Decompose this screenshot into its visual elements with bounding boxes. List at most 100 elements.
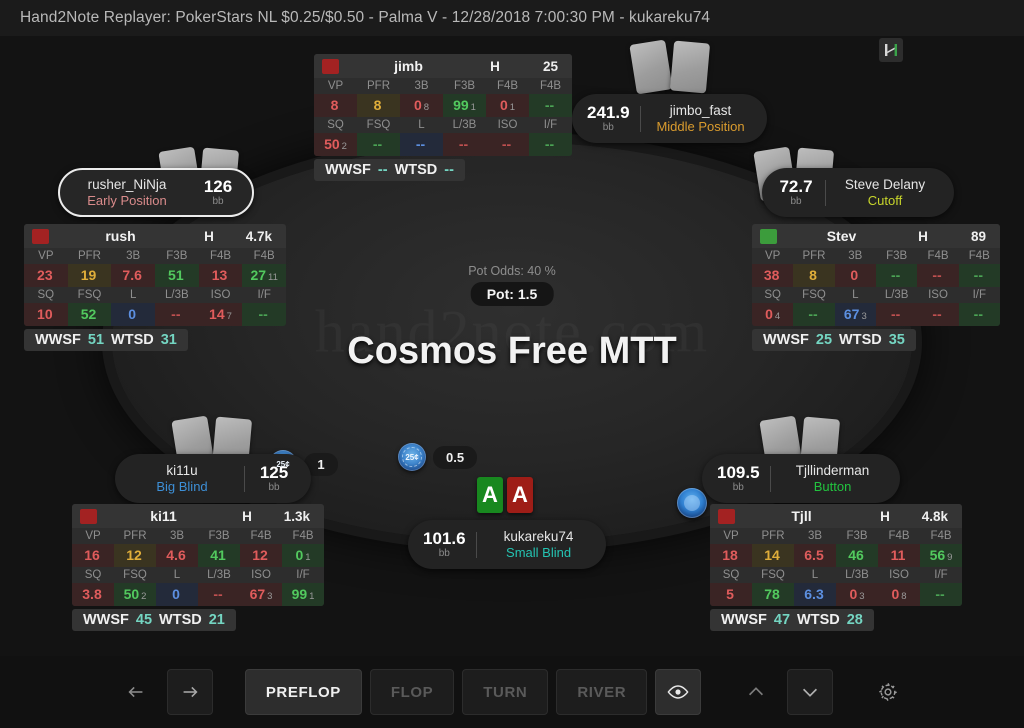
player-name: Tjllinderman: [795, 462, 870, 478]
tab-river[interactable]: RIVER: [556, 669, 648, 715]
hud-values-row-2: 3.8 50 2 0 -- 67 3 99 1: [72, 583, 324, 606]
hud-label: L: [400, 117, 443, 133]
arrow-right-icon: [183, 686, 198, 698]
hud-stat-value: 14: [209, 306, 225, 322]
hud-stat: 41: [198, 544, 240, 567]
hud-hand-count: 4.8k: [921, 508, 948, 524]
hud-label: PFR: [67, 248, 112, 264]
hud-stat-value: --: [501, 136, 512, 152]
arrow-left-icon: [128, 686, 143, 698]
hud-label: FSQ: [793, 287, 835, 303]
hud-stat: 67 3: [240, 583, 282, 606]
stack-unit: bb: [602, 121, 614, 133]
hud-panel-tjll[interactable]: Tjll H 4.8k VP PFR 3B F3B F4B F4B 18 14 …: [710, 504, 962, 631]
hud-stat: 6.5: [794, 544, 836, 567]
wwsf-value: 47: [773, 612, 791, 628]
hud-labels-row-1: VP PFR 3B F3B F4B F4B: [24, 248, 286, 264]
hud-label: I/F: [529, 117, 572, 133]
hud-stat-value: 99: [453, 97, 469, 113]
hud-label: L/3B: [836, 567, 878, 583]
hud-stat-value: 41: [210, 547, 226, 563]
chip-25c-icon: 25¢: [398, 443, 426, 471]
tab-flop[interactable]: FLOP: [369, 669, 455, 715]
hud-stat: 99 1: [282, 583, 324, 606]
hud-stat: --: [529, 133, 572, 156]
player-plate-kukareku74[interactable]: 101.6 bb kukareku74 Small Blind: [408, 520, 606, 569]
hud-player-name: jimb: [394, 58, 423, 74]
show-cards-button[interactable]: [655, 669, 702, 715]
wtsd-value: 35: [888, 332, 905, 348]
hud-footer: WWSF 45 WTSD 21: [72, 609, 236, 631]
hud-label: 3B: [111, 248, 155, 264]
hud-panel-rush[interactable]: rush H 4.7k VP PFR 3B F3B F4B F4B 23 19 …: [24, 224, 286, 351]
tab-preflop[interactable]: PREFLOP: [244, 669, 362, 715]
hud-footer: WWSF 25 WTSD 35: [752, 329, 916, 351]
hud-panel-stev[interactable]: Stev H 89 VP PFR 3B F3B F4B F4B 38 8 0 -…: [752, 224, 1000, 351]
hud-body: Stev H 89 VP PFR 3B F3B F4B F4B 38 8 0 -…: [752, 224, 1000, 326]
wwsf-value: 45: [135, 612, 153, 628]
hud-stat-sub: 9: [947, 552, 953, 563]
hud-label: F4B: [529, 78, 572, 94]
player-stack-box: 125 bb: [248, 464, 300, 493]
player-stack-box: 109.5 bb: [710, 464, 767, 493]
hud-values-row-2: 04 -- 67 3 -- -- --: [752, 303, 1000, 326]
hud-header: Tjll H 4.8k: [710, 504, 962, 528]
hud-labels-row-2: SQ FSQ L L/3B ISO I/F: [72, 567, 324, 583]
hud-label: SQ: [752, 287, 794, 303]
hud-label: ISO: [878, 567, 920, 583]
wtsd-label: WTSD: [394, 162, 438, 178]
hud-stat-value: --: [935, 586, 945, 602]
hud-stat-value: 0: [765, 306, 773, 322]
wwsf-label: WWSF: [763, 332, 809, 348]
hud-values-row-2: 50 2 -- -- -- -- --: [314, 133, 572, 156]
hud-labels-row-1: VP PFR 3B F3B F4B F4B: [752, 248, 1000, 264]
hud-labels-row-2: SQ FSQ L L/3B ISO I/F: [24, 287, 286, 303]
hud-hands-icon: H: [918, 228, 928, 244]
player-stack-box: 72.7 bb: [770, 178, 822, 207]
hud-stat: 23: [24, 264, 68, 287]
hud-label: 3B: [794, 528, 836, 544]
hud-stat: 0: [834, 264, 876, 287]
hud-stat: 8: [314, 94, 357, 117]
hud-stat-sub: 1: [509, 102, 516, 113]
hud-label: SQ: [314, 117, 357, 133]
dealer-button: [677, 488, 707, 518]
hud-panel-ki11[interactable]: ki11 H 1.3k VP PFR 3B F3B F4B F4B 16 12 …: [72, 504, 324, 631]
hud-stat: --: [357, 133, 400, 156]
player-plate-steve-delany[interactable]: 72.7 bb Steve Delany Cutoff: [762, 168, 954, 217]
hud-stat-value: 14: [764, 547, 780, 563]
settings-button[interactable]: [865, 669, 911, 715]
hud-stat-sub: 1: [305, 552, 311, 563]
hud-stat: --: [155, 303, 199, 326]
hud-stat-value: --: [808, 306, 818, 322]
hud-stat: --: [917, 303, 959, 326]
player-info: jimbo_fast Middle Position: [644, 103, 758, 134]
step-forward-button[interactable]: [166, 669, 213, 715]
wwsf-value: 51: [87, 332, 105, 348]
hud-stat-value: --: [372, 136, 383, 152]
player-plate-tjllinderman[interactable]: 109.5 bb Tjllinderman Button: [702, 454, 900, 503]
hud-color-swatch: [760, 228, 777, 244]
hand2note-logo-icon[interactable]: [879, 38, 903, 62]
hud-stat: --: [793, 303, 835, 326]
hud-stat-value: 11: [890, 547, 906, 563]
hud-stat: 10: [24, 303, 68, 326]
hud-label: L: [111, 287, 155, 303]
player-info: Steve Delany Cutoff: [829, 177, 941, 208]
hud-stat-value: 13: [211, 267, 228, 283]
hero-hole-cards: A A: [477, 477, 533, 513]
hud-label: L: [794, 567, 836, 583]
hud-stat-value: --: [932, 306, 942, 322]
hud-panel-jimb[interactable]: jimb H 25 VP PFR 3B F3B F4B F4B 8 8 08 9…: [314, 54, 572, 181]
hud-stat-value: --: [458, 136, 469, 152]
player-plate-jimbo-fast[interactable]: 241.9 bb jimbo_fast Middle Position: [572, 94, 767, 143]
next-hand-button[interactable]: [787, 669, 834, 715]
step-back-button[interactable]: [113, 669, 159, 715]
player-plate-rusher-ninja[interactable]: rusher_NiNja Early Position 126 bb: [58, 168, 254, 217]
previous-hand-button[interactable]: [733, 669, 779, 715]
hud-label: L/3B: [155, 287, 199, 303]
hud-label: PFR: [793, 248, 835, 264]
hud-stat-value: 23: [37, 267, 53, 283]
hud-label: FSQ: [752, 567, 794, 583]
tab-turn[interactable]: TURN: [462, 669, 549, 715]
